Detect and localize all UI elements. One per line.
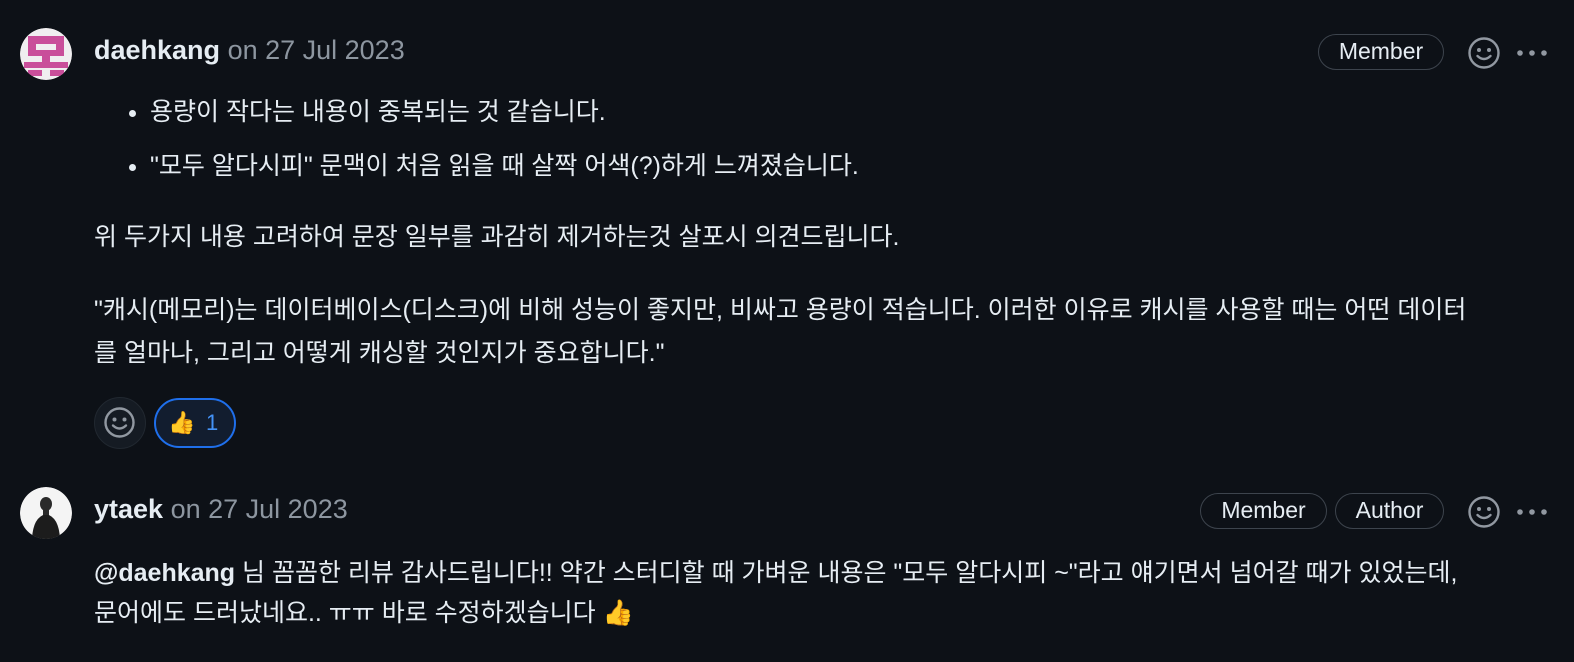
comment-paragraph: @daehkang 님 꼼꼼한 리뷰 감사드립니다!! 약간 스터디할 때 가벼… <box>94 553 1457 593</box>
member-badge: Member <box>1318 34 1444 70</box>
comment-ytaek: ytaek on 27 Jul 2023 Member Author @daeh… <box>0 460 1574 662</box>
comment-header: ytaek on 27 Jul 2023 <box>94 492 348 526</box>
comment-text: 님 꼼꼼한 리뷰 감사드립니다!! 약간 스터디할 때 가벼운 내용은 "모두 … <box>235 559 1458 587</box>
comment-paragraph: 문어에도 드러났네요.. ㅠㅠ 바로 수정하겠습니다 👍 <box>94 599 634 627</box>
comment-bullet-list: 용량이 작다는 내용이 중복되는 것 같습니다. "모두 알다시피" 문맥이 처… <box>94 92 859 200</box>
thumbs-up-icon: 👍 <box>168 410 196 435</box>
comment-header: daehkang on 27 Jul 2023 <box>94 33 405 67</box>
comment-paragraph: "캐시(메모리)는 데이터베이스(디스크)에 비해 성능이 좋지만, 비싸고 용… <box>94 296 1467 324</box>
author-link[interactable]: daehkang <box>94 35 220 65</box>
comment-daehkang: daehkang on 27 Jul 2023 Member 용량이 작다는 내… <box>0 0 1574 460</box>
author-link[interactable]: ytaek <box>94 494 163 524</box>
smiley-icon <box>1468 496 1500 528</box>
kebab-horizontal-icon <box>1517 509 1547 515</box>
reaction-count: 1 <box>206 410 219 435</box>
author-badge: Author <box>1335 493 1444 529</box>
add-reaction-button[interactable] <box>1467 495 1501 529</box>
list-item: "모두 알다시피" 문맥이 처음 읽을 때 살짝 어색(?)하게 느껴졌습니다. <box>150 146 859 186</box>
comment-paragraph: 위 두가지 내용 고려하여 문장 일부를 과감히 제거하는것 살포시 의견드립니… <box>94 223 900 251</box>
comment-paragraph: 를 얼마나, 그리고 어떻게 캐싱할 것인지가 중요합니다." <box>94 339 665 367</box>
kebab-horizontal-icon <box>1517 50 1547 56</box>
add-reaction-button[interactable] <box>94 397 146 449</box>
avatar-ytaek[interactable] <box>20 487 72 539</box>
avatar-daehkang[interactable] <box>20 28 72 80</box>
smiley-icon <box>104 407 135 438</box>
timestamp-link[interactable]: on 27 Jul 2023 <box>171 494 348 524</box>
more-options-button[interactable] <box>1515 36 1549 70</box>
add-reaction-button[interactable] <box>1467 36 1501 70</box>
timestamp-link[interactable]: on 27 Jul 2023 <box>228 35 405 65</box>
user-mention-link[interactable]: @daehkang <box>94 559 235 587</box>
list-item: 용량이 작다는 내용이 중복되는 것 같습니다. <box>150 92 859 132</box>
more-options-button[interactable] <box>1515 495 1549 529</box>
reaction-thumbs-up-button[interactable]: 👍 1 <box>154 398 236 448</box>
member-badge: Member <box>1200 493 1327 529</box>
smiley-icon <box>1468 37 1500 69</box>
